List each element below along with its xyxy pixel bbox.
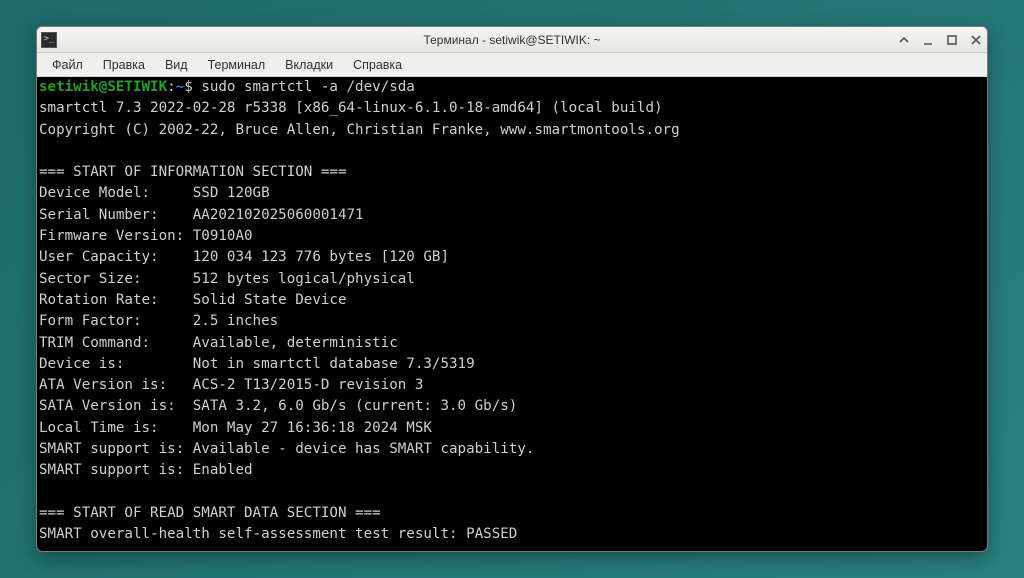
terminal-line: SMART support is: Available - device has… xyxy=(39,441,534,457)
terminal-line: Sector Size: 512 bytes logical/physical xyxy=(39,271,415,287)
menu-help[interactable]: Справка xyxy=(344,56,411,74)
terminal-line: Serial Number: AA202102025060001471 xyxy=(39,207,364,223)
terminal-line: SMART support is: Enabled xyxy=(39,462,253,478)
titlebar[interactable]: >_ Терминал - setiwik@SETIWIK: ~ xyxy=(37,27,987,53)
terminal-line: Copyright (C) 2002-22, Bruce Allen, Chri… xyxy=(39,122,680,138)
terminal-line: Rotation Rate: Solid State Device xyxy=(39,292,347,308)
terminal-line: Form Factor: 2.5 inches xyxy=(39,313,278,329)
terminal-line: Device Model: SSD 120GB xyxy=(39,185,270,201)
menu-file[interactable]: Файл xyxy=(43,56,92,74)
menu-terminal[interactable]: Терминал xyxy=(199,56,275,74)
terminal-line: Firmware Version: T0910A0 xyxy=(39,228,253,244)
prompt-command: sudo smartctl -a /dev/sda xyxy=(201,79,415,95)
terminal-line: SMART overall-health self-assessment tes… xyxy=(39,526,517,542)
window-title: Терминал - setiwik@SETIWIK: ~ xyxy=(37,33,987,47)
terminal-line: ATA Version is: ACS-2 T13/2015-D revisio… xyxy=(39,377,423,393)
terminal-line: smartctl 7.3 2022-02-28 r5338 [x86_64-li… xyxy=(39,100,663,116)
prompt-sep1: : xyxy=(167,79,176,95)
terminal-line: Device is: Not in smartctl database 7.3/… xyxy=(39,356,475,372)
terminal-line: User Capacity: 120 034 123 776 bytes [12… xyxy=(39,249,449,265)
terminal-line: SATA Version is: SATA 3.2, 6.0 Gb/s (cur… xyxy=(39,398,517,414)
prompt-path: ~ xyxy=(176,79,185,95)
menu-edit[interactable]: Правка xyxy=(94,56,154,74)
menubar: Файл Правка Вид Терминал Вкладки Справка xyxy=(37,53,987,77)
terminal-line: === START OF INFORMATION SECTION === xyxy=(39,164,347,180)
terminal-window: >_ Терминал - setiwik@SETIWIK: ~ Файл Пр… xyxy=(36,26,988,552)
terminal-line: Local Time is: Mon May 27 16:36:18 2024 … xyxy=(39,420,432,436)
menu-view[interactable]: Вид xyxy=(156,56,197,74)
prompt-sep2: $ xyxy=(184,79,201,95)
terminal-viewport[interactable]: setiwik@SETIWIK:~$ sudo smartctl -a /dev… xyxy=(37,77,987,551)
prompt-userhost: setiwik@SETIWIK xyxy=(39,79,167,95)
terminal-line: TRIM Command: Available, deterministic xyxy=(39,335,398,351)
terminal-line: === START OF READ SMART DATA SECTION === xyxy=(39,505,381,521)
menu-tabs[interactable]: Вкладки xyxy=(276,56,342,74)
